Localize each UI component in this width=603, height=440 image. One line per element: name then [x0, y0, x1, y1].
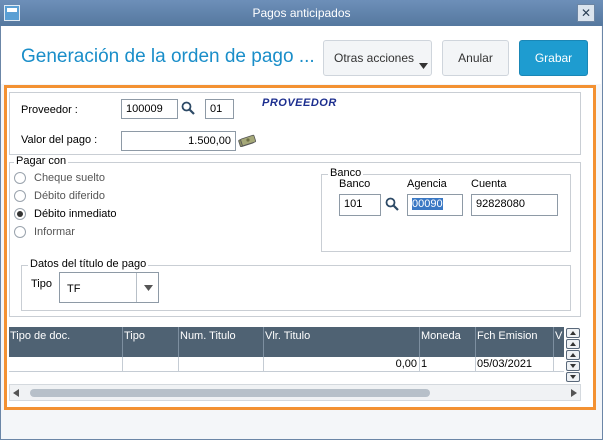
scroll-right-icon[interactable] [571, 389, 577, 397]
cell-tipo [123, 357, 179, 372]
horizontal-scrollbar[interactable] [9, 384, 581, 401]
search-icon[interactable] [181, 101, 195, 115]
cell-vlr-titulo: 0,00 [264, 357, 420, 372]
agency-label: Agencia [407, 178, 447, 190]
bank-input[interactable]: 101 [339, 194, 381, 216]
money-icon [238, 134, 257, 147]
more-actions-button[interactable]: Otras acciones [323, 40, 432, 76]
bank-label: Banco [339, 178, 371, 190]
cancel-button[interactable]: Anular [442, 40, 509, 76]
supplier-label: Proveedor : [21, 104, 78, 116]
chevron-down-icon [144, 285, 153, 291]
amount-label: Valor del pago : [21, 134, 98, 146]
cell-tipo-doc [9, 357, 123, 372]
radio-debito-diferido[interactable] [14, 190, 26, 202]
title-data-group-title: Datos del título de pago [28, 258, 149, 270]
type-select[interactable]: TF [59, 272, 159, 303]
payment-group-title: Pagar con [14, 155, 69, 167]
type-select-arrow[interactable] [136, 273, 158, 302]
radio-label-cheque-suelto: Cheque suelto [34, 172, 105, 184]
grid-header: Tipo de doc. Tipo Num. Titulo Vlr. Titul… [9, 327, 564, 357]
account-label: Cuenta [471, 178, 507, 190]
radio-debito-inmediato[interactable] [14, 208, 26, 220]
cell-num-titulo [179, 357, 264, 372]
cell-v [554, 357, 564, 372]
agency-input[interactable]: 00090 [407, 194, 463, 216]
type-select-value: TF [67, 283, 81, 295]
radio-label-debito-diferido: Débito diferido [34, 190, 105, 202]
more-actions-label: Otras acciones [334, 51, 415, 65]
col-vlr-titulo[interactable]: Vlr. Titulo [264, 327, 420, 357]
amount-input[interactable]: 1.500,00 [121, 131, 236, 151]
scroll-page-up-button[interactable] [566, 350, 580, 360]
supplier-name: PROVEEDOR [262, 97, 337, 109]
col-tipo[interactable]: Tipo [123, 327, 179, 357]
col-num-titulo[interactable]: Num. Titulo [179, 327, 264, 357]
save-button[interactable]: Grabar [519, 40, 588, 76]
col-fch-emision[interactable]: Fch Emision [476, 327, 554, 357]
bank-search-icon[interactable] [385, 197, 399, 211]
scroll-page-down-button[interactable] [566, 361, 580, 371]
scroll-up-button[interactable] [566, 339, 580, 349]
radio-cheque-suelto[interactable] [14, 172, 26, 184]
scroll-left-icon[interactable] [13, 389, 19, 397]
table-row[interactable]: 0,00 1 05/03/2021 [9, 357, 564, 372]
account-input[interactable]: 92828080 [471, 194, 558, 216]
agency-value-selected: 00090 [412, 198, 443, 210]
scroll-top-button[interactable] [566, 328, 580, 338]
cell-fch-emision: 05/03/2021 [476, 357, 554, 372]
col-moneda[interactable]: Moneda [420, 327, 476, 357]
col-tipo-doc[interactable]: Tipo de doc. [9, 327, 123, 357]
page-title: Generación de la orden de pago ... [21, 46, 315, 67]
cell-moneda: 1 [420, 357, 476, 372]
chevron-down-icon [419, 63, 428, 69]
radio-label-informar: Informar [34, 226, 75, 238]
scroll-down-button[interactable] [566, 372, 580, 382]
supplier-code-input[interactable]: 100009 [121, 99, 178, 119]
radio-informar[interactable] [14, 226, 26, 238]
radio-label-debito-inmediato: Débito inmediato [34, 208, 117, 220]
close-button[interactable]: ✕ [577, 4, 595, 22]
supplier-branch-input[interactable]: 01 [205, 99, 234, 119]
type-label: Tipo [31, 278, 52, 290]
window-title: Pagos anticipados [252, 6, 351, 20]
col-v[interactable]: V [554, 327, 564, 357]
horizontal-scroll-thumb[interactable] [30, 389, 430, 397]
